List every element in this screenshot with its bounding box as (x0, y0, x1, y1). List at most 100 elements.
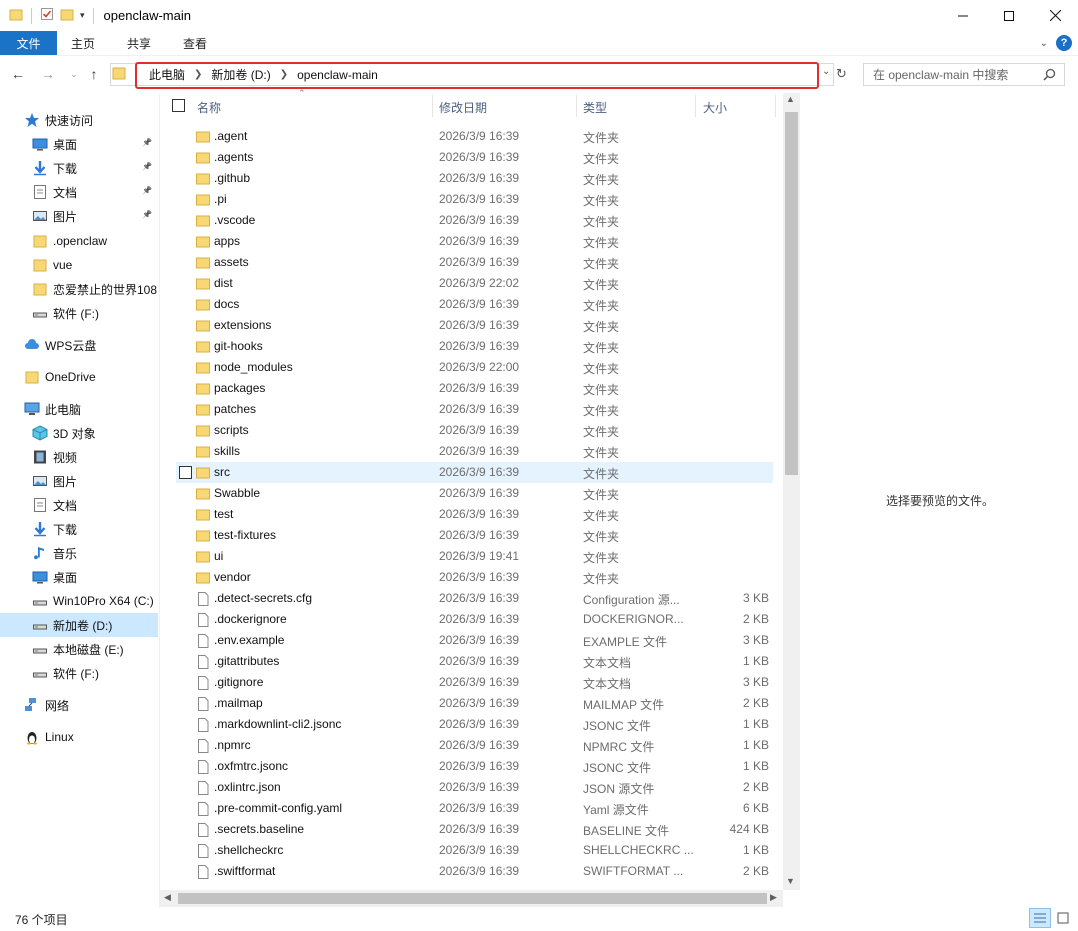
file-row[interactable]: scripts 2026/3/9 16:39 文件夹 (176, 420, 773, 441)
file-row[interactable]: .env.example 2026/3/9 16:39 EXAMPLE 文件 3 KB (176, 630, 773, 651)
sidebar-item[interactable]: 图片 (32, 204, 158, 228)
file-row[interactable]: .detect-secrets.cfg 2026/3/9 16:39 Configu… (176, 588, 773, 609)
large-icons-view-button[interactable] (1052, 908, 1074, 928)
sidebar-item[interactable]: 文档 (32, 180, 158, 204)
file-row[interactable]: .agents 2026/3/9 16:39 文件夹 (176, 147, 773, 168)
tab-share[interactable]: 共享 (111, 31, 167, 55)
file-row[interactable]: .secrets.baseline 2026/3/9 16:39 BASELINE … (176, 819, 773, 840)
sidebar-item[interactable]: vue (32, 253, 158, 277)
details-view-button[interactable] (1029, 908, 1051, 928)
file-row[interactable]: node_modules 2026/3/9 22:00 文件夹 (176, 357, 773, 378)
vertical-scrollbar-thumb[interactable] (785, 112, 798, 475)
refresh-icon[interactable]: ↻ (836, 66, 847, 82)
recent-locations-icon[interactable]: ⌄ (66, 66, 82, 82)
horizontal-scrollbar-thumb[interactable] (178, 893, 767, 904)
tab-file[interactable]: 文件 (0, 31, 57, 55)
file-row[interactable]: .dockerignore 2026/3/9 16:39 DOCKERIGNOR..… (176, 609, 773, 630)
breadcrumb-current-folder[interactable]: openclaw-main (297, 68, 378, 82)
column-header-type[interactable]: 类型 (583, 99, 607, 116)
tab-home[interactable]: 主页 (57, 31, 111, 55)
chevron-right-icon[interactable]: ❯ (194, 69, 202, 80)
breadcrumb-drive-d[interactable]: 新加卷 (D:) (211, 66, 270, 83)
column-header-date[interactable]: 修改日期 (439, 99, 487, 116)
column-divider[interactable] (432, 95, 433, 117)
sidebar-item[interactable]: 下载 (32, 156, 158, 180)
file-row[interactable]: vendor 2026/3/9 16:39 文件夹 (176, 567, 773, 588)
pin-icon[interactable]: 📌 (142, 210, 152, 219)
file-row[interactable]: test-fixtures 2026/3/9 16:39 文件夹 (176, 525, 773, 546)
file-row[interactable]: git-hooks 2026/3/9 16:39 文件夹 (176, 336, 773, 357)
sidebar-item[interactable]: 新加卷 (D:) (0, 613, 158, 637)
file-row[interactable]: src 2026/3/9 16:39 文件夹 (176, 462, 773, 483)
minimize-button[interactable] (940, 0, 986, 31)
chevron-down-icon[interactable]: ⌄ (822, 66, 830, 77)
file-row[interactable]: .gitattributes 2026/3/9 16:39 文本文档 1 KB (176, 651, 773, 672)
close-button[interactable] (1032, 0, 1078, 31)
sidebar-item[interactable]: .openclaw (32, 229, 158, 253)
file-row[interactable]: .agent 2026/3/9 16:39 文件夹 (176, 126, 773, 147)
file-row[interactable]: Swabble 2026/3/9 16:39 文件夹 (176, 483, 773, 504)
sidebar-item[interactable]: 视频 (32, 445, 158, 469)
scroll-right-icon[interactable]: ▶ (770, 892, 777, 903)
up-arrow-icon[interactable]: ↑ (86, 66, 102, 82)
scroll-up-icon[interactable]: ▲ (786, 94, 795, 104)
file-row[interactable]: .markdownlint-cli2.jsonc 2026/3/9 16:39 JS… (176, 714, 773, 735)
new-folder-icon[interactable] (60, 7, 74, 24)
sidebar-item[interactable]: 本地磁盘 (E:) (32, 637, 158, 661)
sidebar-item[interactable]: OneDrive (24, 365, 158, 389)
column-divider[interactable] (695, 95, 696, 117)
file-row[interactable]: test 2026/3/9 16:39 文件夹 (176, 504, 773, 525)
scroll-down-icon[interactable]: ▼ (786, 876, 795, 886)
column-divider[interactable] (576, 95, 577, 117)
file-row[interactable]: .mailmap 2026/3/9 16:39 MAILMAP 文件 2 KB (176, 693, 773, 714)
file-row[interactable]: .pi 2026/3/9 16:39 文件夹 (176, 189, 773, 210)
file-row[interactable]: dist 2026/3/9 22:02 文件夹 (176, 273, 773, 294)
file-row[interactable]: extensions 2026/3/9 16:39 文件夹 (176, 315, 773, 336)
column-divider[interactable] (775, 95, 776, 117)
column-header-name[interactable]: 名称 (197, 99, 221, 116)
sidebar-item[interactable]: 桌面 (32, 132, 158, 156)
sidebar-item[interactable]: Win10Pro X64 (C:) (32, 589, 158, 613)
sidebar-item[interactable]: 文档 (32, 493, 158, 517)
pin-icon[interactable]: 📌 (142, 138, 152, 147)
file-row[interactable]: .swiftformat 2026/3/9 16:39 SWIFTFORMAT ..… (176, 861, 773, 882)
scroll-left-icon[interactable]: ◀ (164, 892, 171, 903)
file-row[interactable]: skills 2026/3/9 16:39 文件夹 (176, 441, 773, 462)
sidebar-item[interactable]: 3D 对象 (32, 421, 158, 445)
file-row[interactable]: .oxfmtrc.jsonc 2026/3/9 16:39 JSONC 文件 1 KB (176, 756, 773, 777)
column-header-size[interactable]: 大小 (703, 99, 727, 116)
pin-icon[interactable]: 📌 (142, 186, 152, 195)
sidebar-item[interactable]: 下载 (32, 517, 158, 541)
sidebar-item[interactable]: 恋爱禁止的世界108 (32, 277, 158, 301)
file-row[interactable]: .shellcheckrc 2026/3/9 16:39 SHELLCHECKRC … (176, 840, 773, 861)
file-row[interactable]: .npmrc 2026/3/9 16:39 NPMRC 文件 1 KB (176, 735, 773, 756)
file-row[interactable]: .gitignore 2026/3/9 16:39 文本文档 3 KB (176, 672, 773, 693)
help-icon[interactable]: ? (1056, 35, 1072, 51)
properties-icon[interactable] (40, 7, 54, 24)
breadcrumb-this-pc[interactable]: 此电脑 (149, 66, 185, 83)
row-checkbox[interactable] (179, 466, 192, 479)
sidebar-item[interactable]: WPS云盘 (24, 333, 158, 357)
sidebar-item[interactable]: 网络 (24, 693, 158, 717)
file-row[interactable]: docs 2026/3/9 16:39 文件夹 (176, 294, 773, 315)
sidebar-item[interactable]: 音乐 (32, 541, 158, 565)
sidebar-item[interactable]: 此电脑 (24, 397, 158, 421)
sidebar-item[interactable]: 图片 (32, 469, 158, 493)
file-row[interactable]: .pre-commit-config.yaml 2026/3/9 16:39 Yam… (176, 798, 773, 819)
file-row[interactable]: .github 2026/3/9 16:39 文件夹 (176, 168, 773, 189)
maximize-button[interactable] (986, 0, 1032, 31)
pin-icon[interactable]: 📌 (142, 162, 152, 171)
sidebar-item[interactable]: 软件 (F:) (32, 661, 158, 685)
file-row[interactable]: packages 2026/3/9 16:39 文件夹 (176, 378, 773, 399)
file-row[interactable]: patches 2026/3/9 16:39 文件夹 (176, 399, 773, 420)
sidebar-item[interactable]: Linux (24, 725, 158, 749)
sidebar-item[interactable]: 软件 (F:) (32, 301, 158, 325)
chevron-right-icon[interactable]: ❯ (280, 69, 288, 80)
sidebar-item[interactable]: 桌面 (32, 565, 158, 589)
file-row[interactable]: apps 2026/3/9 16:39 文件夹 (176, 231, 773, 252)
back-arrow-icon[interactable]: ← (10, 66, 26, 82)
tab-view[interactable]: 查看 (167, 31, 223, 55)
file-row[interactable]: ui 2026/3/9 19:41 文件夹 (176, 546, 773, 567)
sidebar-item[interactable]: 快速访问 (24, 108, 158, 132)
forward-arrow-icon[interactable]: → (40, 66, 56, 82)
